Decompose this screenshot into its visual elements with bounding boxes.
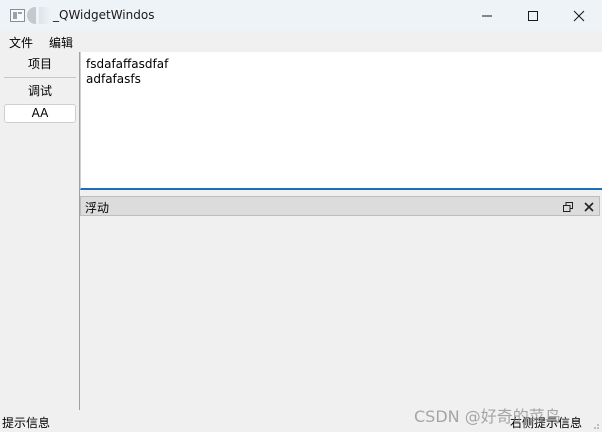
- nav-item-project[interactable]: 项目: [4, 55, 76, 74]
- editor-line: adfafasfs: [86, 72, 141, 86]
- watermark: CSDN @好奇的菜鸟: [414, 407, 561, 426]
- nav-item-aa[interactable]: AA: [4, 104, 76, 123]
- title-bar[interactable]: _QWidgetWindos: [0, 0, 602, 31]
- nav-item-debug[interactable]: 调试: [4, 82, 76, 101]
- menu-bar: 文件 编辑: [0, 31, 602, 51]
- float-icon[interactable]: [562, 201, 574, 213]
- app-icon-secondary: [27, 7, 51, 24]
- dock-title: 浮动: [85, 201, 110, 215]
- app-icon: [10, 9, 25, 22]
- menu-edit[interactable]: 编辑: [49, 34, 73, 51]
- nav-separator: [4, 77, 76, 78]
- close-button[interactable]: [556, 0, 602, 31]
- close-icon: [573, 10, 585, 21]
- minimize-icon: [482, 15, 492, 16]
- status-message: 提示信息: [2, 416, 51, 430]
- editor-line: fsdafaffasdfaf: [86, 57, 169, 71]
- left-panel: 项目 调试 AA: [0, 52, 80, 410]
- window-title: _QWidgetWindos: [53, 8, 155, 22]
- minimize-button[interactable]: [464, 0, 510, 31]
- text-editor[interactable]: fsdafaffasdfaf adfafasfs: [80, 52, 602, 190]
- maximize-icon: [528, 10, 538, 21]
- maximize-button[interactable]: [510, 0, 556, 31]
- close-icon[interactable]: [583, 201, 595, 213]
- resize-grip-icon[interactable]: [590, 420, 600, 430]
- dock-widget: 浮动: [80, 196, 602, 410]
- menu-file[interactable]: 文件: [9, 34, 33, 51]
- dock-title-bar[interactable]: 浮动: [80, 196, 600, 216]
